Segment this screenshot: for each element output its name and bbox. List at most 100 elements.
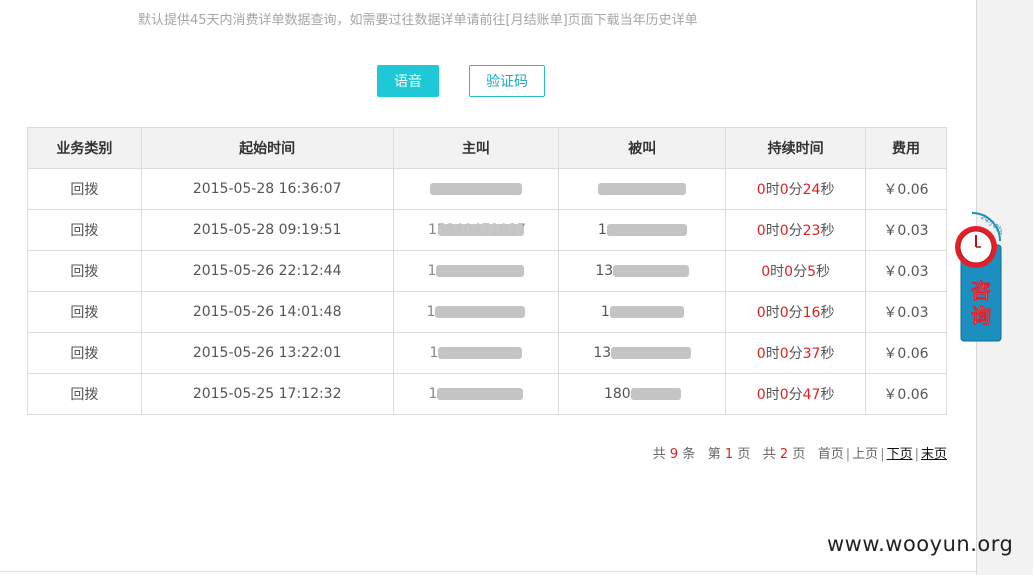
cell-type: 回拨 (27, 332, 142, 374)
duration-second-unit: 秒 (820, 223, 835, 239)
pager-total-prefix: 共 (652, 447, 666, 462)
caller-redaction (437, 388, 524, 400)
header-callee: 被叫 (558, 127, 727, 169)
pager-page-prefix: 第 (707, 447, 721, 462)
pager-total-count: 9 (669, 447, 679, 462)
cell-duration: 0时0分24秒 (725, 168, 867, 210)
duration-hours: 0 (756, 346, 766, 362)
pager-first[interactable]: 首页 (818, 447, 844, 462)
header-duration: 持续时间 (725, 127, 867, 169)
callee-redaction (611, 347, 692, 359)
duration-hour-unit: 时 (765, 223, 780, 239)
caller-redaction (435, 306, 526, 318)
cell-start-time: 2015-05-25 17:12:32 (140, 373, 394, 415)
table-header-row: 业务类别 起始时间 主叫 被叫 持续时间 费用 (27, 127, 947, 169)
duration-seconds: 16 (802, 305, 821, 321)
history-notice: 默认提供45天内消费详单数据查询，如需要过往数据详单请前往[月结账单]页面下载当… (138, 13, 698, 28)
duration-second-unit: 秒 (816, 264, 830, 280)
duration-minute-unit: 分 (788, 223, 803, 239)
header-start-time: 起始时间 (140, 127, 394, 169)
duration-minutes: 0 (779, 182, 789, 198)
caller-visible-digits: 1 (426, 304, 436, 320)
table-row: 回拨 2015-05-26 13:22:01 1 13 0时0分37秒 ￥0.06 (27, 332, 947, 374)
header-caller: 主叫 (392, 127, 560, 169)
duration-minutes: 0 (779, 387, 789, 403)
caller-redaction (436, 265, 525, 277)
callee-redaction (613, 265, 690, 277)
cell-fee: ￥0.03 (865, 250, 947, 292)
cell-callee: 1 (558, 291, 727, 333)
table-row: 回拨 2015-05-28 16:36:07 0时0分24秒 ￥0.06 (27, 168, 947, 210)
duration-hour-unit: 时 (765, 387, 780, 403)
callee-redaction (609, 306, 684, 318)
call-records-table: 业务类别 起始时间 主叫 被叫 持续时间 费用 回拨 2015-05-28 16:… (27, 127, 947, 415)
pager-page-suffix: 页 (737, 447, 751, 462)
pager-next[interactable]: 下页 (887, 447, 913, 462)
callee-redaction (598, 183, 687, 195)
table-row: 回拨 2015-05-26 22:12:44 1 13 0时0分5秒 ￥0.03 (27, 250, 947, 292)
cell-caller: 1 (392, 250, 560, 292)
duration-minutes: 0 (779, 346, 789, 362)
duration-seconds: 23 (802, 223, 821, 239)
cell-duration: 0时0分16秒 (725, 291, 867, 333)
cell-duration: 0时0分47秒 (725, 373, 867, 415)
consult-widget[interactable]: 24小时服务 咨 询 (952, 205, 1014, 343)
cell-caller: 15840471037 (392, 209, 560, 251)
pager-total-pages: 2 (779, 447, 789, 462)
bottom-divider (0, 571, 977, 572)
pager-prev[interactable]: 上页 (852, 447, 878, 462)
duration-seconds: 37 (802, 346, 821, 362)
caller-visible-digits: 1 (427, 263, 437, 279)
watermark: www.wooyun.org (827, 532, 1014, 556)
caller-redaction (437, 224, 524, 236)
cell-fee: ￥0.03 (865, 209, 947, 251)
duration-minutes: 0 (784, 264, 794, 280)
duration-seconds: 5 (807, 264, 816, 280)
cell-start-time: 2015-05-28 09:19:51 (140, 209, 394, 251)
cell-fee: ￥0.06 (865, 168, 947, 210)
cell-type: 回拨 (27, 373, 142, 415)
cell-caller: 1 (392, 332, 560, 374)
cell-start-time: 2015-05-26 22:12:44 (140, 250, 394, 292)
caller-visible-digits: 1 (428, 386, 438, 402)
table-row: 回拨 2015-05-25 17:12:32 1 180 0时0分47秒 ￥0.06 (27, 373, 947, 415)
duration-minutes: 0 (779, 223, 789, 239)
duration-hour-unit: 时 (765, 305, 780, 321)
cell-start-time: 2015-05-28 16:36:07 (140, 168, 394, 210)
caller-redaction (429, 183, 522, 195)
cell-type: 回拨 (27, 291, 142, 333)
pagination: 共 9 条 第 1 页 共 2 页 首页 | 上页 | 下页 | 末页 (653, 443, 947, 462)
duration-hours: 0 (756, 387, 766, 403)
header-fee: 费用 (865, 127, 947, 169)
pager-separator: | (845, 447, 851, 462)
duration-minute-unit: 分 (788, 305, 803, 321)
tab-voice[interactable]: 语音 (377, 65, 439, 97)
callee-visible-digits: 13 (595, 263, 614, 279)
cell-callee: 180 (558, 373, 727, 415)
cell-caller: 1 (392, 291, 560, 333)
cell-start-time: 2015-05-26 13:22:01 (140, 332, 394, 374)
duration-minute-unit: 分 (788, 182, 803, 198)
tab-verification-code[interactable]: 验证码 (469, 65, 545, 97)
table-row: 回拨2015-05-28 09:19:511584047103710时0分23秒… (27, 209, 947, 251)
cell-type: 回拨 (27, 250, 142, 292)
caller-redaction (438, 347, 523, 359)
duration-hour-unit: 时 (765, 182, 780, 198)
cell-type: 回拨 (27, 209, 142, 251)
callee-visible-digits: 13 (593, 345, 612, 361)
duration-minutes: 0 (779, 305, 789, 321)
duration-hour-unit: 时 (770, 264, 785, 280)
duration-second-unit: 秒 (820, 346, 835, 362)
consult-badge-graphic: 24小时服务 咨 询 (955, 212, 1014, 342)
duration-hours: 0 (756, 182, 766, 198)
pager-current-page: 1 (724, 447, 734, 462)
table-row: 回拨 2015-05-26 14:01:48 1 1 0时0分16秒 ￥0.03 (27, 291, 947, 333)
cell-callee (558, 168, 727, 210)
pager-separator: | (914, 447, 919, 462)
callee-redaction (606, 224, 687, 236)
duration-second-unit: 秒 (820, 305, 835, 321)
pager-pages-suffix: 页 (792, 447, 806, 462)
pager-last[interactable]: 末页 (921, 447, 947, 462)
cell-fee: ￥0.03 (865, 291, 947, 333)
duration-hours: 0 (761, 264, 771, 280)
